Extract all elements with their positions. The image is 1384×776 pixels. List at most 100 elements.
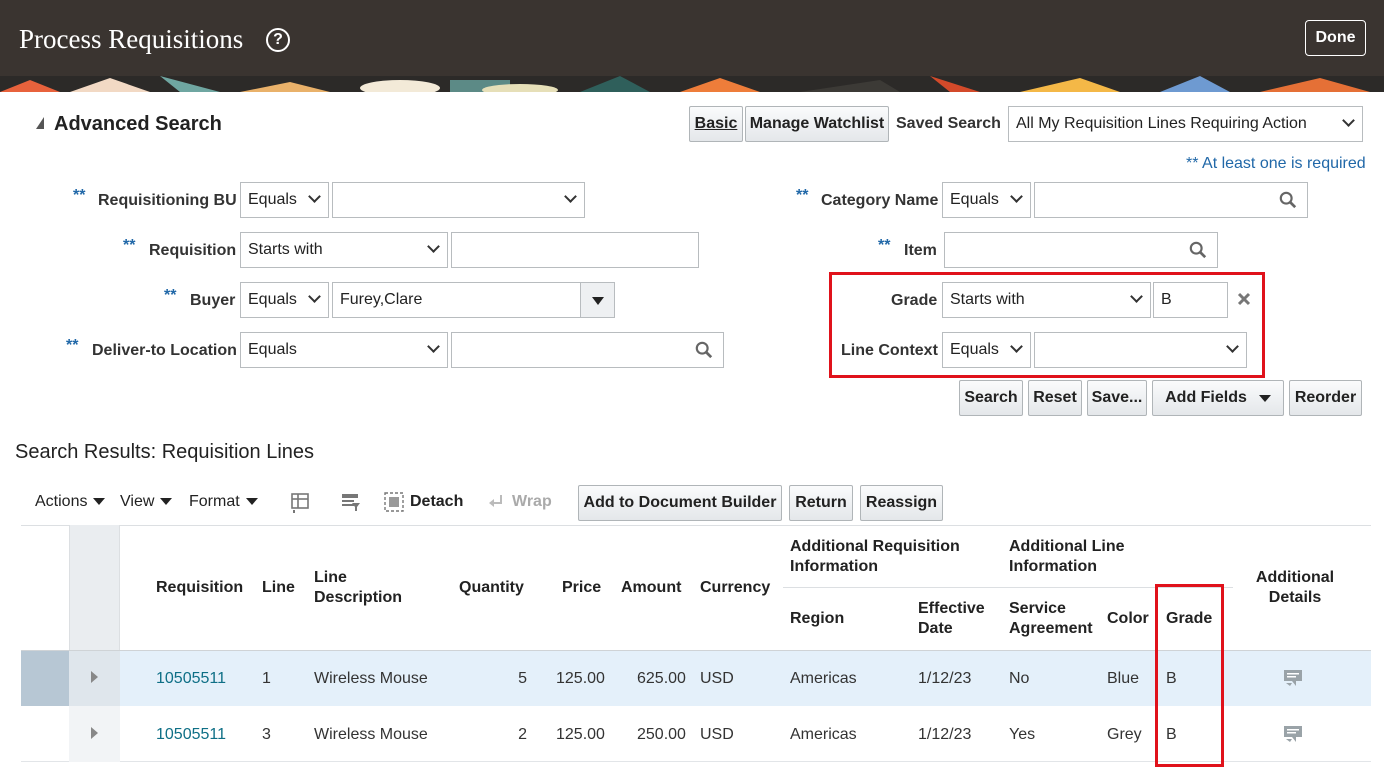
col-currency[interactable]: Currency [700, 578, 770, 598]
amount: 625.00 [637, 670, 686, 687]
category-name-label: Category Name [821, 192, 939, 209]
done-button[interactable]: Done [1305, 20, 1366, 56]
amount: 250.00 [637, 726, 686, 743]
category-name-operator[interactable]: Equals [942, 182, 1031, 218]
search-icon[interactable] [1279, 191, 1297, 209]
actions-label: Actions [35, 493, 88, 510]
col-requisition[interactable]: Requisition [156, 578, 243, 598]
saved-search-select[interactable]: All My Requisition Lines Requiring Actio… [1008, 106, 1363, 142]
requisitioning-bu-label: Requisitioning BU [98, 192, 237, 209]
buyer-operator[interactable]: Equals [240, 282, 329, 318]
grade-input[interactable]: B [1153, 282, 1228, 318]
deliver-to-input[interactable] [451, 332, 724, 368]
requisition-input[interactable] [451, 232, 699, 268]
requisition-operator[interactable]: Starts with [240, 232, 448, 268]
col-line[interactable]: Line [262, 578, 295, 598]
help-icon[interactable]: ? [266, 28, 290, 52]
line-description: Wireless Mouse [314, 670, 428, 687]
required-marker: ** [796, 187, 809, 204]
col-group-additional-line-info: Additional Line Information [1009, 538, 1125, 575]
service-agreement: Yes [1009, 726, 1036, 743]
advanced-search-title: Advanced Search [54, 113, 222, 135]
chevron-down-icon [1010, 190, 1023, 203]
deliver-to-operator[interactable]: Equals [240, 332, 448, 368]
requisitioning-bu-operator[interactable]: Equals [240, 182, 329, 218]
collapse-triangle-icon[interactable] [36, 117, 44, 129]
buyer-combobox[interactable]: Furey,Clare [332, 282, 615, 318]
table-top-border [21, 525, 1371, 526]
col-effective-date[interactable]: Effective Date [918, 599, 998, 639]
reassign-button[interactable]: Reassign [860, 485, 943, 521]
operator-value: Equals [248, 191, 297, 208]
details-icon[interactable] [1283, 725, 1303, 743]
quantity: 5 [518, 670, 527, 687]
saved-search-label: Saved Search [896, 115, 1001, 132]
advanced-search-heading[interactable]: Advanced Search [36, 113, 222, 136]
requisition-link[interactable]: 10505511 [156, 670, 226, 688]
remove-field-icon[interactable] [1237, 292, 1251, 306]
reorder-button[interactable]: Reorder [1289, 380, 1362, 416]
line-context-operator[interactable]: Equals [942, 332, 1031, 368]
col-price[interactable]: Price [562, 578, 601, 598]
details-icon[interactable] [1283, 669, 1303, 687]
add-to-document-builder-button[interactable]: Add to Document Builder [578, 485, 782, 521]
price: 125.00 [556, 726, 605, 743]
manage-watchlist-button[interactable]: Manage Watchlist [745, 106, 889, 142]
required-marker: ** [164, 287, 177, 304]
col-additional-details: Additional Details [1255, 569, 1335, 606]
expand-row-icon[interactable] [91, 671, 98, 683]
line-number: 3 [262, 726, 271, 743]
search-icon[interactable] [1189, 241, 1207, 259]
item-input[interactable] [944, 232, 1218, 268]
col-line-description[interactable]: Line Description [314, 568, 414, 608]
chevron-down-icon [1130, 290, 1143, 303]
query-by-example-icon[interactable] [340, 491, 362, 513]
view-label: View [120, 493, 155, 510]
basic-search-button[interactable]: Basic [689, 106, 743, 142]
format-label: Format [189, 493, 240, 510]
search-button[interactable]: Search [959, 380, 1023, 416]
caret-down-icon [592, 297, 604, 305]
line-number: 1 [262, 670, 271, 687]
actions-menu[interactable]: Actions [35, 493, 106, 511]
requisition-link[interactable]: 10505511 [156, 726, 226, 744]
col-quantity[interactable]: Quantity [459, 578, 524, 598]
col-service-agreement[interactable]: Service Agreement [1009, 599, 1109, 639]
row-selector[interactable] [21, 651, 69, 706]
freeze-icon[interactable] [289, 491, 311, 513]
required-marker: ** [878, 237, 891, 254]
required-marker: ** [73, 187, 86, 204]
add-fields-button[interactable]: Add Fields [1152, 380, 1284, 416]
col-color[interactable]: Color [1107, 609, 1149, 629]
operator-value: Starts with [950, 291, 1025, 308]
format-menu[interactable]: Format [189, 493, 258, 511]
operator-value: Starts with [248, 241, 323, 258]
buyer-value: Furey,Clare [340, 291, 423, 308]
detach-button[interactable]: Detach [410, 493, 463, 511]
detach-icon[interactable] [383, 491, 405, 513]
effective-date: 1/12/23 [918, 670, 972, 687]
operator-value: Equals [950, 341, 999, 358]
line-context-select[interactable] [1034, 332, 1247, 368]
currency: USD [700, 670, 734, 687]
dropdown-button[interactable] [580, 283, 614, 317]
return-button[interactable]: Return [789, 485, 853, 521]
col-region[interactable]: Region [790, 609, 844, 629]
required-note: ** At least one is required [1186, 155, 1366, 172]
color: Grey [1107, 726, 1142, 743]
category-name-input[interactable] [1034, 182, 1308, 218]
col-amount[interactable]: Amount [621, 578, 681, 598]
region: Americas [790, 726, 857, 743]
required-marker: ** [66, 337, 79, 354]
chevron-down-icon [308, 290, 321, 303]
expand-row-icon[interactable] [91, 727, 98, 739]
reset-button[interactable]: Reset [1028, 380, 1082, 416]
region: Americas [790, 670, 857, 687]
view-menu[interactable]: View [120, 493, 173, 511]
requisitioning-bu-select[interactable] [332, 182, 585, 218]
save-button[interactable]: Save... [1087, 380, 1147, 416]
item-label: Item [904, 242, 937, 259]
grade-operator[interactable]: Starts with [942, 282, 1151, 318]
search-icon[interactable] [695, 341, 713, 359]
price: 125.00 [556, 670, 605, 687]
